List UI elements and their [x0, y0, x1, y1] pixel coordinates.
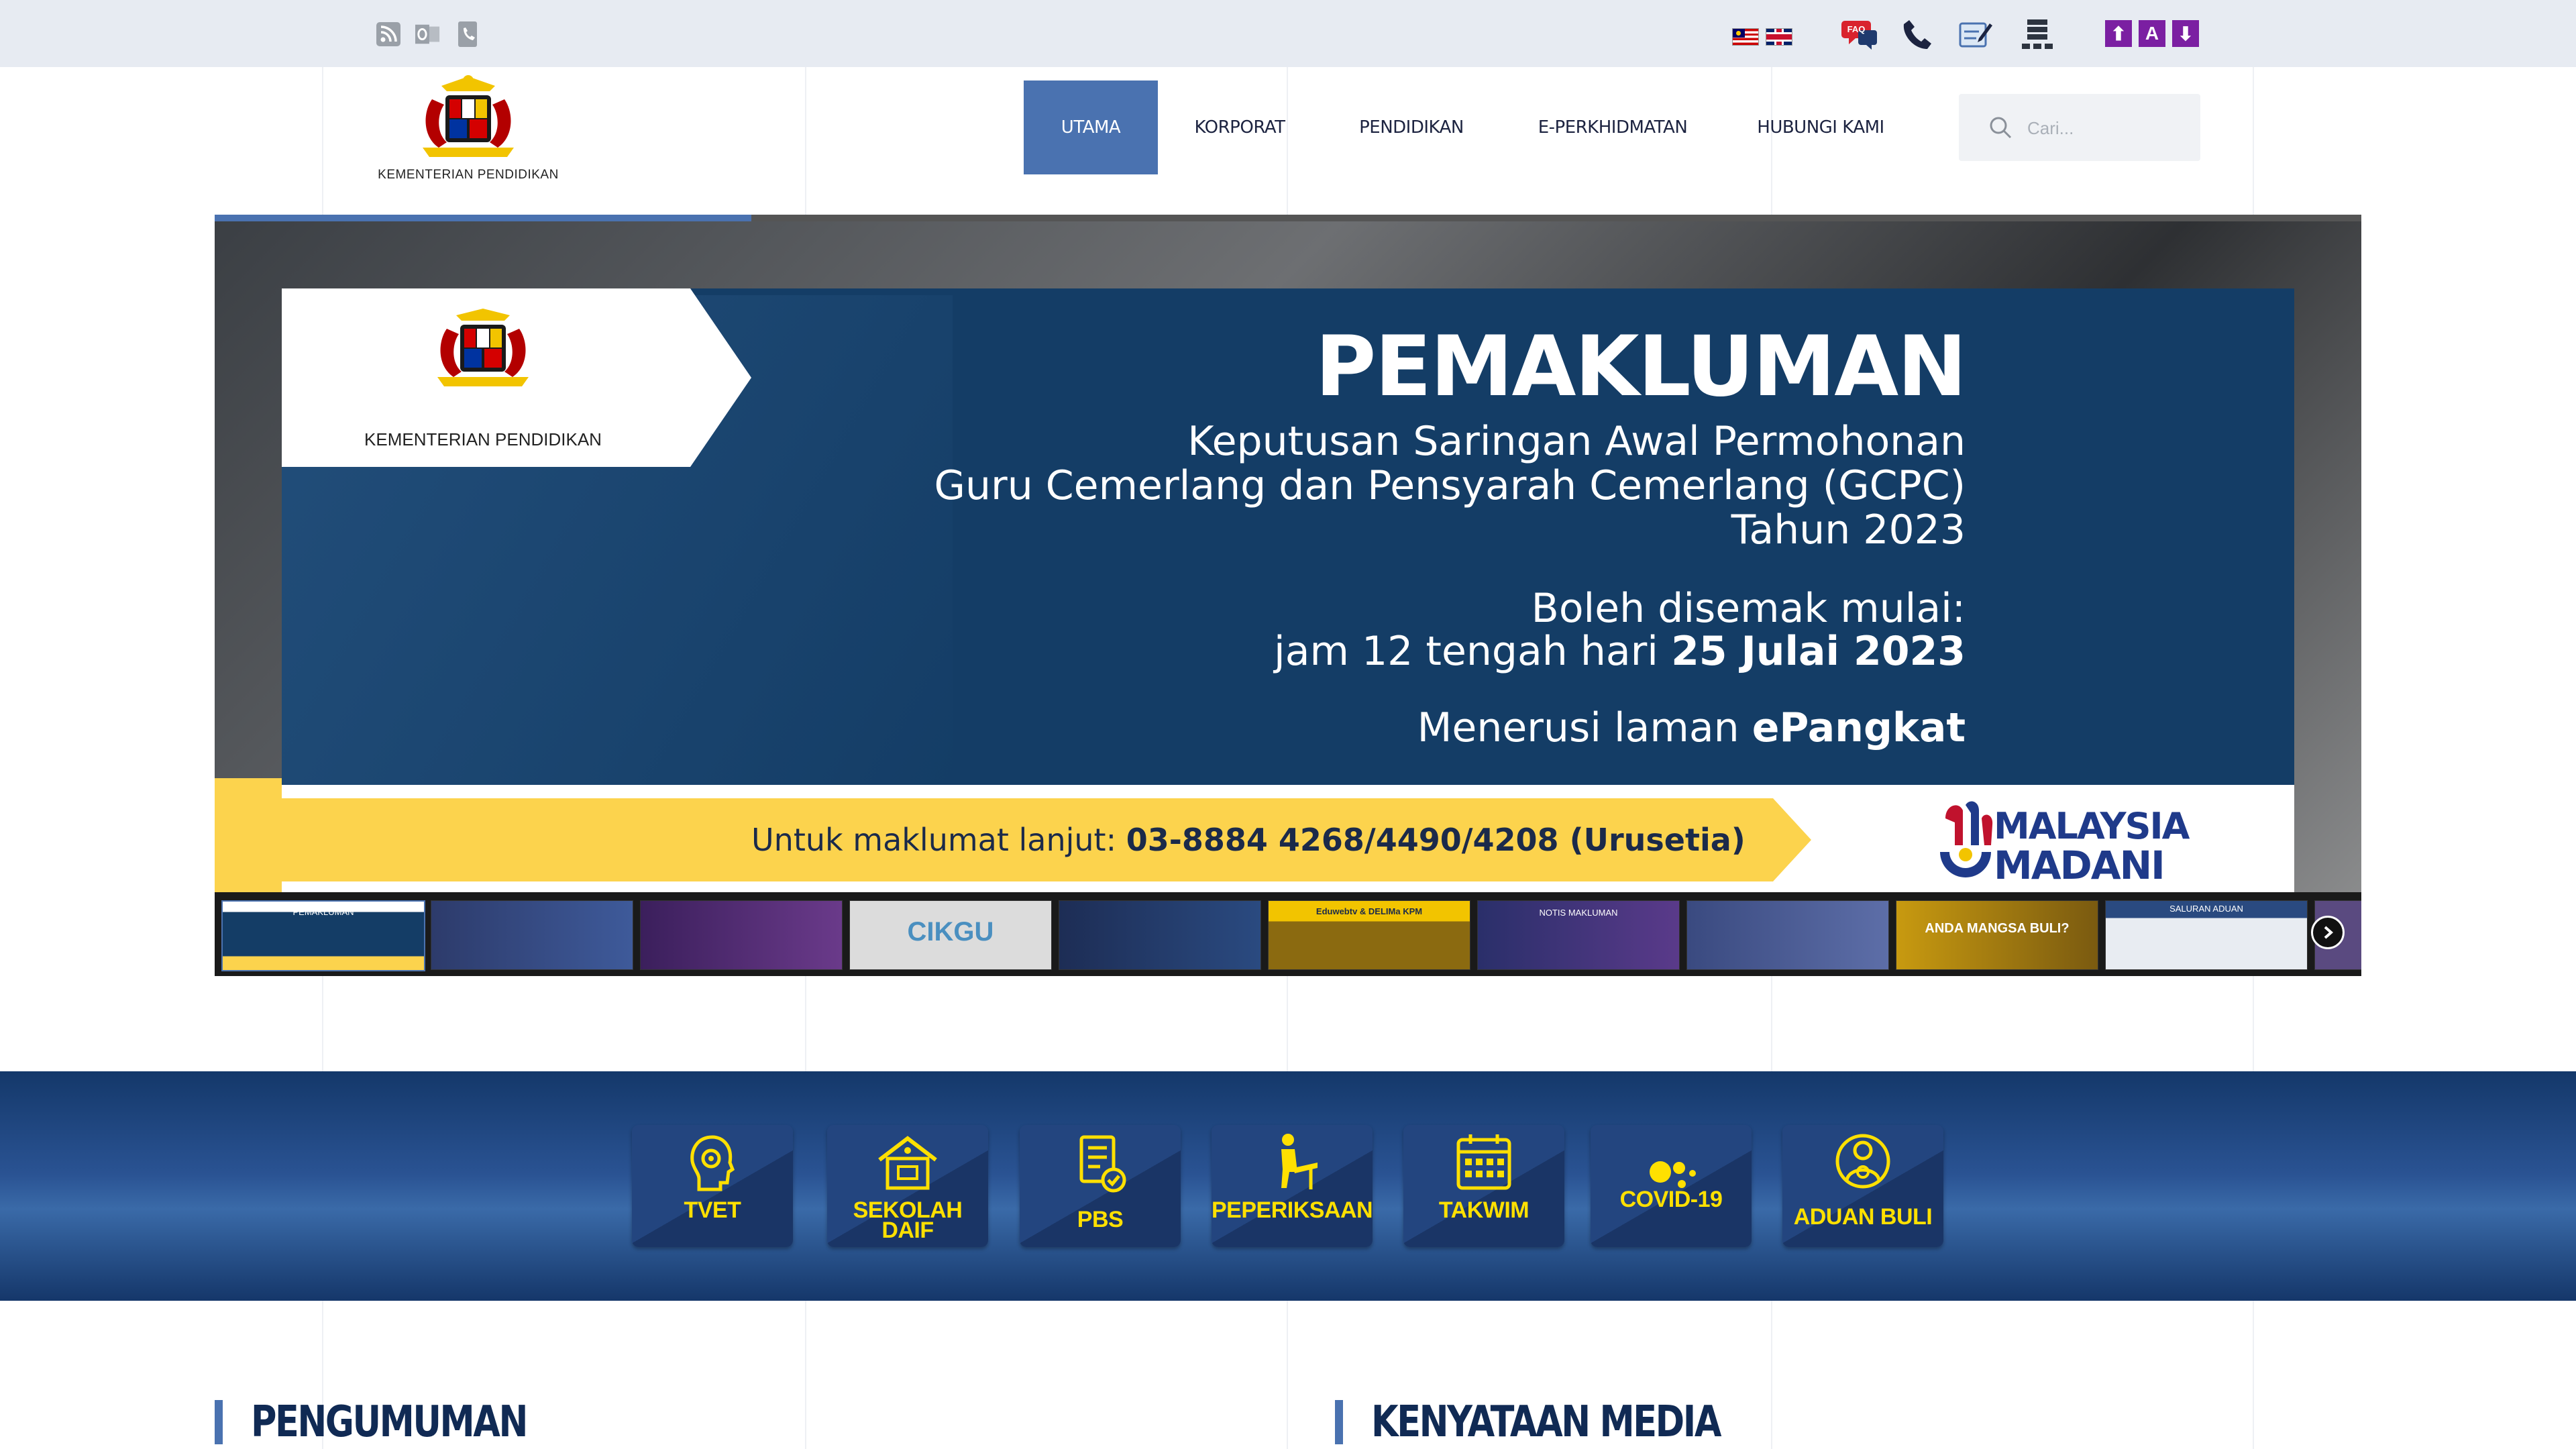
media-statements-heading: KENYATAAN MEDIA	[1335, 1395, 1796, 1449]
school-icon	[878, 1136, 937, 1190]
faq-icon[interactable]: FAQ	[1841, 20, 1878, 50]
nav-korporat[interactable]: KORPORAT	[1181, 80, 1299, 174]
search-input[interactable]	[2026, 114, 2190, 142]
quick-link-label: TAKWIM	[1438, 1197, 1529, 1223]
info-bar: Untuk maklumat lanjut: 03-8884 4268/4490…	[282, 798, 1811, 881]
nav-pendidikan[interactable]: PENDIDIKAN	[1338, 80, 1485, 174]
slide-title: PEMAKLUMAN	[1315, 319, 1967, 415]
thumbnail[interactable]	[1686, 900, 1889, 970]
thumbnail[interactable]: SALURAN ADUAN	[2105, 900, 2308, 970]
malaysia-madani-logo: MALAYSIA MADANI	[1932, 798, 2190, 888]
thumbnail[interactable]: CIKGU	[849, 900, 1052, 970]
quick-link-sekolah-daif[interactable]: SEKOLAH DAIF	[827, 1125, 988, 1247]
outlook-icon[interactable]	[415, 20, 441, 48]
hero-slider[interactable]: KEMENTERIAN PENDIDIKAN PEMAKLUMAN Keputu…	[215, 215, 2361, 976]
quick-link-label: SEKOLAH DAIF	[853, 1197, 963, 1243]
slide-date-intro: Boleh disemak mulai:	[1531, 585, 1966, 632]
slide-subtitle: Keputusan Saringan Awal Permohonan Guru …	[934, 419, 1966, 552]
slide-via: Menerusi laman ePangkat	[1417, 704, 1966, 751]
info-prefix: Untuk maklumat lanjut:	[751, 822, 1126, 858]
site-logo[interactable]: KEMENTERIAN PENDIDIKAN	[376, 72, 561, 188]
rss-icon[interactable]	[376, 20, 401, 48]
quick-link-takwim[interactable]: TAKWIM	[1403, 1125, 1564, 1247]
gear-head-icon	[690, 1135, 735, 1191]
document-check-icon	[1079, 1135, 1126, 1193]
search-box[interactable]	[1959, 94, 2200, 161]
quick-link-pbs[interactable]: PBS	[1020, 1125, 1181, 1247]
nav-e-perkhidmatan[interactable]: E-PERKHIDMATAN	[1524, 80, 1701, 174]
quick-link-peperiksaan[interactable]: PEPERIKSAAN	[1212, 1125, 1373, 1247]
slide-date-prefix: jam 12 tengah hari	[1274, 628, 1672, 675]
reset-font-button[interactable]: A	[2139, 20, 2165, 47]
thumbnail[interactable]	[640, 900, 843, 970]
nav-utama[interactable]: UTAMA	[1024, 80, 1158, 174]
quick-link-label: ADUAN BULI	[1793, 1204, 1933, 1230]
slide-current[interactable]: KEMENTERIAN PENDIDIKAN PEMAKLUMAN Keputu…	[215, 221, 2361, 892]
slider-thumbnails: PEMAKLUMAN CIKGU Eduwebtv & DELIMa KPM N…	[215, 892, 2361, 976]
madani-line2: MADANI	[1994, 843, 2165, 888]
heading-accent-bar	[1335, 1400, 1343, 1444]
contact-card-icon[interactable]	[455, 20, 480, 48]
thumbnail[interactable]: PEMAKLUMAN	[221, 900, 425, 971]
feedback-icon[interactable]	[1959, 20, 1992, 48]
heading-accent-bar	[215, 1400, 223, 1444]
thumbnail[interactable]: Eduwebtv & DELIMa KPM	[1268, 900, 1470, 970]
slide-subtitle-line: Guru Cemerlang dan Pensyarah Cemerlang (…	[934, 462, 1966, 509]
slide-date: Boleh disemak mulai: jam 12 tengah hari …	[1274, 587, 1966, 673]
thumbnail[interactable]	[431, 900, 633, 970]
madani-emblem-icon	[1940, 801, 1993, 877]
nav-hubungi-kami[interactable]: HUBUNGI KAMI	[1743, 80, 1898, 174]
section-title: PENGUMUMAN	[251, 1397, 528, 1447]
quick-link-tvet[interactable]: TVET	[632, 1125, 793, 1247]
bully-report-icon	[1835, 1134, 1890, 1189]
faq-icon-label: FAQ	[1847, 24, 1866, 34]
slide-logo-panel: KEMENTERIAN PENDIDIKAN	[282, 288, 751, 467]
increase-font-button[interactable]: ⬆	[2105, 20, 2132, 47]
section-title: KENYATAAN MEDIA	[1371, 1397, 1721, 1447]
quick-link-label: PBS	[1077, 1207, 1124, 1232]
madani-line1: MALAYSIA	[1994, 805, 2190, 847]
quick-link-label: TVET	[684, 1197, 741, 1223]
calendar-icon	[1456, 1134, 1511, 1190]
quick-link-label: PEPERIKSAAN	[1212, 1197, 1373, 1223]
slide-via-prefix: Menerusi laman	[1417, 704, 1752, 751]
slide-via-bold: ePangkat	[1752, 704, 1966, 751]
thumbnail[interactable]: NOTIS MAKLUMAN	[1477, 900, 1680, 970]
slider-next-button[interactable]	[2311, 916, 2345, 949]
chevron-right-icon	[2324, 926, 2334, 939]
exam-desk-icon	[1281, 1134, 1318, 1189]
slider-progress	[215, 215, 2361, 221]
slider-progress-fill	[215, 215, 751, 221]
sitemap-icon[interactable]	[2021, 19, 2054, 49]
slide-accent	[215, 778, 282, 892]
english-language-flag-icon[interactable]	[1766, 28, 1792, 46]
decrease-font-button[interactable]: ⬇	[2172, 20, 2199, 47]
quick-links-band: TVET SEKOLAH DAIF PBS PEPERIKSAAN TAKWIM…	[0, 1071, 2576, 1301]
coat-of-arms-icon	[423, 75, 514, 157]
search-icon[interactable]	[1988, 115, 2012, 143]
thumbnail[interactable]	[1059, 900, 1261, 970]
malay-language-flag-icon[interactable]	[1732, 28, 1759, 46]
logo-caption: KEMENTERIAN PENDIDIKAN	[378, 168, 559, 182]
slide-date-bold: 25 Julai 2023	[1671, 628, 1966, 675]
quick-link-label: COVID-19	[1619, 1187, 1723, 1212]
slide-subtitle-line: Keputusan Saringan Awal Permohonan	[1187, 418, 1966, 465]
utility-bar: FAQ ⬆ A ⬇	[0, 0, 2576, 67]
info-bold: 03-8884 4268/4490/4208 (Urusetia)	[1126, 822, 1746, 858]
phone-icon[interactable]	[1902, 20, 1932, 49]
slide-logo-caption: KEMENTERIAN PENDIDIKAN	[364, 429, 602, 449]
slide-footer: Untuk maklumat lanjut: 03-8884 4268/4490…	[282, 785, 2294, 892]
slide-subtitle-line: Tahun 2023	[1731, 506, 1966, 553]
quick-link-covid-19[interactable]: COVID-19	[1591, 1125, 1752, 1247]
announcements-heading: PENGUMUMAN	[215, 1395, 587, 1449]
thumbnail[interactable]: ANDA MANGSA BULI?	[1896, 900, 2098, 970]
coat-of-arms-icon	[437, 309, 529, 386]
quick-link-aduan-buli[interactable]: ADUAN BULI	[1782, 1125, 1943, 1247]
